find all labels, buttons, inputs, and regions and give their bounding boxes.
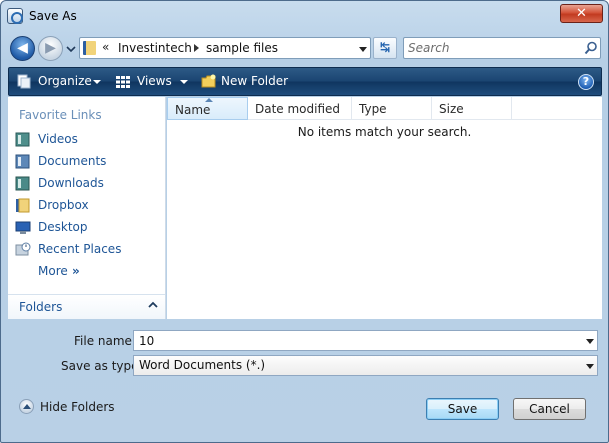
file-name-input[interactable] <box>139 333 579 348</box>
save-as-type-value: Word Documents (*.) <box>139 358 266 372</box>
sort-ascending-icon <box>205 98 213 102</box>
column-header-label: Date modified <box>255 102 341 116</box>
command-bar: Organize Views New Folder ? <box>8 67 602 96</box>
views-button[interactable]: Views <box>137 74 172 88</box>
sidebar-item-label: Downloads <box>38 176 104 190</box>
file-name-label: File name: <box>74 334 136 348</box>
save-as-dialog: Save As ✕ ◀ ▶ « Investintech sample file… <box>0 0 609 443</box>
desktop-icon <box>15 221 31 234</box>
folders-toggle-bar[interactable]: Folders <box>8 294 165 319</box>
organize-button[interactable]: Organize <box>38 74 92 88</box>
app-icon <box>7 8 23 24</box>
sidebar-item-dropbox[interactable]: Dropbox <box>14 196 164 216</box>
close-button[interactable]: ✕ <box>560 4 603 23</box>
address-dropdown-icon[interactable] <box>359 47 367 52</box>
title-bar: Save As ✕ <box>1 1 608 31</box>
sidebar-item-label: Documents <box>38 154 107 168</box>
more-links-button[interactable]: More <box>38 264 68 278</box>
column-header-label: Type <box>359 102 387 116</box>
cancel-button[interactable]: Cancel <box>513 398 586 420</box>
views-icon <box>116 76 130 88</box>
double-chevron-right-icon[interactable]: » <box>72 264 80 278</box>
views-caret-icon[interactable] <box>180 80 188 84</box>
sidebar-item-recent-places[interactable]: Recent Places <box>14 240 164 260</box>
organize-icon <box>17 74 31 89</box>
videos-icon <box>15 132 30 147</box>
column-header-date-modified[interactable]: Date modified <box>248 97 352 120</box>
column-header-name[interactable]: Name <box>167 97 248 120</box>
help-icon[interactable]: ? <box>578 74 594 90</box>
search-icon[interactable] <box>584 41 598 55</box>
breadcrumb-overflow[interactable]: « <box>102 40 109 54</box>
column-header-row: Name Date modified Type Size <box>167 97 602 120</box>
save-button[interactable]: Save <box>426 398 499 420</box>
new-folder-button[interactable]: New Folder <box>221 74 288 88</box>
sidebar-item-label: Videos <box>38 132 78 146</box>
chevron-down-icon[interactable] <box>586 364 594 369</box>
save-form: File name: Save as type: Word Documents … <box>8 320 602 380</box>
navigation-pane: Favorite Links Videos Documents Download… <box>8 97 166 319</box>
breadcrumb-investintech[interactable]: Investintech <box>118 41 192 55</box>
sidebar-item-videos[interactable]: Videos <box>14 130 164 150</box>
file-name-field[interactable] <box>133 330 598 351</box>
downloads-icon <box>15 176 30 191</box>
file-list[interactable]: Name Date modified Type Size No items ma… <box>167 97 602 319</box>
search-box[interactable] <box>403 37 601 59</box>
column-header-label: Name <box>175 103 211 117</box>
chevron-down-icon <box>66 46 76 53</box>
sidebar-item-desktop[interactable]: Desktop <box>14 218 164 238</box>
sidebar-item-label: Recent Places <box>38 242 122 256</box>
forward-button[interactable]: ▶ <box>38 36 63 61</box>
breadcrumb-sample-files[interactable]: sample files <box>206 41 278 55</box>
hide-folders-label: Hide Folders <box>40 400 115 414</box>
dropbox-folder-icon <box>16 198 30 213</box>
sidebar-item-downloads[interactable]: Downloads <box>14 174 164 194</box>
file-name-dropdown-icon[interactable] <box>586 339 594 344</box>
address-bar[interactable]: « Investintech sample files <box>79 37 371 59</box>
recent-pages-dropdown[interactable] <box>66 44 76 54</box>
refresh-button[interactable]: ↹ <box>373 37 397 59</box>
column-header-size[interactable]: Size <box>432 97 512 120</box>
sidebar-item-documents[interactable]: Documents <box>14 152 164 172</box>
column-header-label: Size <box>439 102 464 116</box>
window-title: Save As <box>29 9 77 23</box>
column-header-type[interactable]: Type <box>352 97 432 120</box>
folders-label: Folders <box>19 300 63 314</box>
hide-folders-button[interactable]: Hide Folders <box>19 399 119 417</box>
new-folder-icon <box>201 74 216 88</box>
recent-places-icon <box>15 242 31 256</box>
favorite-links-heading: Favorite Links <box>19 108 102 122</box>
organize-caret-icon[interactable] <box>93 80 101 84</box>
documents-icon <box>15 154 30 169</box>
sidebar-item-label: Dropbox <box>38 198 89 212</box>
save-as-type-select[interactable]: Word Documents (*.) <box>133 355 598 376</box>
breadcrumb-separator-icon[interactable] <box>194 44 199 52</box>
collapse-up-icon <box>19 399 34 414</box>
chevron-up-icon[interactable] <box>148 301 158 309</box>
back-button[interactable]: ◀ <box>10 36 35 61</box>
search-input[interactable] <box>408 40 576 56</box>
save-as-type-label: Save as type: <box>61 359 143 373</box>
empty-folder-message: No items match your search. <box>297 125 472 139</box>
folder-icon <box>83 41 96 55</box>
sidebar-item-label: Desktop <box>38 220 88 234</box>
